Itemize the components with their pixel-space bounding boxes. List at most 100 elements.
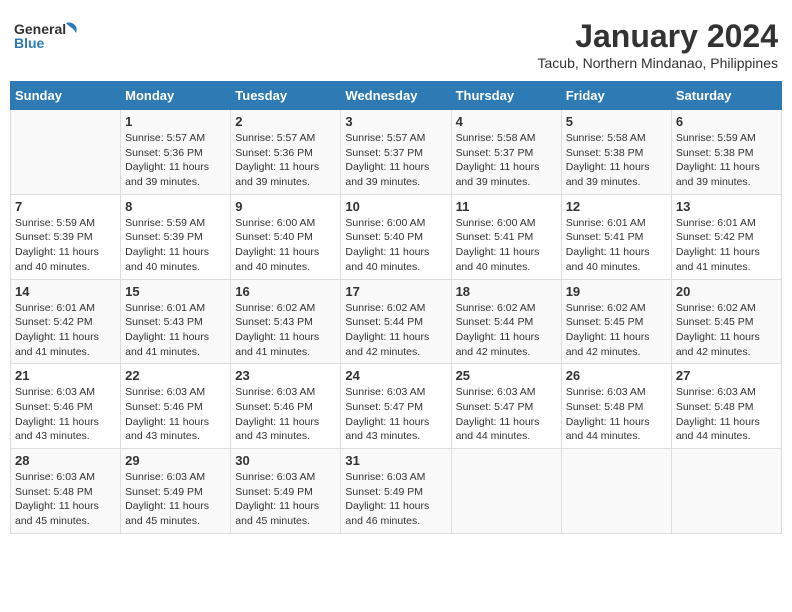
calendar-cell: 2 Sunrise: 5:57 AM Sunset: 5:36 PM Daylig…	[231, 110, 341, 195]
day-info: Sunrise: 6:01 AM Sunset: 5:42 PM Dayligh…	[676, 216, 777, 275]
calendar-cell: 12 Sunrise: 6:01 AM Sunset: 5:41 PM Dayli…	[561, 194, 671, 279]
day-info: Sunrise: 6:03 AM Sunset: 5:47 PM Dayligh…	[456, 385, 557, 444]
calendar-cell: 19 Sunrise: 6:02 AM Sunset: 5:45 PM Dayli…	[561, 279, 671, 364]
day-number: 21	[15, 368, 116, 383]
day-info: Sunrise: 5:57 AM Sunset: 5:36 PM Dayligh…	[235, 131, 336, 190]
day-info: Sunrise: 5:59 AM Sunset: 5:39 PM Dayligh…	[15, 216, 116, 275]
day-number: 23	[235, 368, 336, 383]
calendar-cell: 15 Sunrise: 6:01 AM Sunset: 5:43 PM Dayli…	[121, 279, 231, 364]
calendar-cell: 5Sunrise: 5:58 AM Sunset: 5:38 PM Daylig…	[561, 110, 671, 195]
day-number: 16	[235, 284, 336, 299]
day-info: Sunrise: 5:57 AM Sunset: 5:37 PM Dayligh…	[345, 131, 446, 190]
logo-svg: GeneralBlue	[14, 18, 84, 58]
day-number: 25	[456, 368, 557, 383]
day-info: Sunrise: 6:03 AM Sunset: 5:47 PM Dayligh…	[345, 385, 446, 444]
day-number: 18	[456, 284, 557, 299]
day-info: Sunrise: 6:02 AM Sunset: 5:44 PM Dayligh…	[345, 301, 446, 360]
col-monday: Monday	[121, 82, 231, 110]
svg-text:Blue: Blue	[14, 35, 45, 51]
day-number: 28	[15, 453, 116, 468]
day-info: Sunrise: 5:59 AM Sunset: 5:39 PM Dayligh…	[125, 216, 226, 275]
day-info: Sunrise: 5:57 AM Sunset: 5:36 PM Dayligh…	[125, 131, 226, 190]
col-sunday: Sunday	[11, 82, 121, 110]
calendar-cell: 21 Sunrise: 6:03 AM Sunset: 5:46 PM Dayli…	[11, 364, 121, 449]
calendar-cell: 11 Sunrise: 6:00 AM Sunset: 5:41 PM Dayli…	[451, 194, 561, 279]
day-number: 2	[235, 114, 336, 129]
day-number: 15	[125, 284, 226, 299]
calendar-cell: 4 Sunrise: 5:58 AM Sunset: 5:37 PM Daylig…	[451, 110, 561, 195]
day-info: Sunrise: 6:03 AM Sunset: 5:48 PM Dayligh…	[676, 385, 777, 444]
calendar-week-4: 21 Sunrise: 6:03 AM Sunset: 5:46 PM Dayli…	[11, 364, 782, 449]
calendar-week-2: 7 Sunrise: 5:59 AM Sunset: 5:39 PM Daylig…	[11, 194, 782, 279]
calendar-cell	[561, 449, 671, 534]
month-title: January 2024	[538, 18, 778, 55]
col-tuesday: Tuesday	[231, 82, 341, 110]
day-number: 17	[345, 284, 446, 299]
day-number: 14	[15, 284, 116, 299]
day-info: Sunrise: 6:03 AM Sunset: 5:46 PM Dayligh…	[15, 385, 116, 444]
calendar-cell: 9Sunrise: 6:00 AM Sunset: 5:40 PM Daylig…	[231, 194, 341, 279]
day-info: Sunrise: 6:02 AM Sunset: 5:44 PM Dayligh…	[456, 301, 557, 360]
logo: GeneralBlue	[14, 18, 84, 58]
calendar-week-5: 28 Sunrise: 6:03 AM Sunset: 5:48 PM Dayli…	[11, 449, 782, 534]
day-info: Sunrise: 6:02 AM Sunset: 5:45 PM Dayligh…	[566, 301, 667, 360]
day-number: 10	[345, 199, 446, 214]
day-number: 30	[235, 453, 336, 468]
calendar-cell	[451, 449, 561, 534]
day-number: 12	[566, 199, 667, 214]
calendar-cell	[671, 449, 781, 534]
calendar-cell: 31Sunrise: 6:03 AM Sunset: 5:49 PM Dayli…	[341, 449, 451, 534]
day-number: 19	[566, 284, 667, 299]
day-number: 13	[676, 199, 777, 214]
calendar-cell: 3 Sunrise: 5:57 AM Sunset: 5:37 PM Daylig…	[341, 110, 451, 195]
day-info: Sunrise: 6:00 AM Sunset: 5:41 PM Dayligh…	[456, 216, 557, 275]
day-info: Sunrise: 6:01 AM Sunset: 5:43 PM Dayligh…	[125, 301, 226, 360]
calendar-cell: 13 Sunrise: 6:01 AM Sunset: 5:42 PM Dayli…	[671, 194, 781, 279]
day-info: Sunrise: 5:58 AM Sunset: 5:38 PM Dayligh…	[566, 131, 667, 190]
calendar-cell: 16 Sunrise: 6:02 AM Sunset: 5:43 PM Dayli…	[231, 279, 341, 364]
calendar-cell: 29Sunrise: 6:03 AM Sunset: 5:49 PM Dayli…	[121, 449, 231, 534]
calendar-week-3: 14 Sunrise: 6:01 AM Sunset: 5:42 PM Dayli…	[11, 279, 782, 364]
calendar-week-1: 1 Sunrise: 5:57 AM Sunset: 5:36 PM Daylig…	[11, 110, 782, 195]
calendar-table: Sunday Monday Tuesday Wednesday Thursday…	[10, 81, 782, 534]
day-info: Sunrise: 6:03 AM Sunset: 5:46 PM Dayligh…	[235, 385, 336, 444]
day-info: Sunrise: 6:02 AM Sunset: 5:45 PM Dayligh…	[676, 301, 777, 360]
calendar-cell: 20 Sunrise: 6:02 AM Sunset: 5:45 PM Dayli…	[671, 279, 781, 364]
day-number: 1	[125, 114, 226, 129]
day-info: Sunrise: 6:01 AM Sunset: 5:42 PM Dayligh…	[15, 301, 116, 360]
calendar-cell	[11, 110, 121, 195]
calendar-cell: 30 Sunrise: 6:03 AM Sunset: 5:49 PM Dayli…	[231, 449, 341, 534]
day-number: 6	[676, 114, 777, 129]
col-friday: Friday	[561, 82, 671, 110]
day-info: Sunrise: 5:58 AM Sunset: 5:37 PM Dayligh…	[456, 131, 557, 190]
calendar-cell: 6Sunrise: 5:59 AM Sunset: 5:38 PM Daylig…	[671, 110, 781, 195]
day-number: 4	[456, 114, 557, 129]
day-number: 26	[566, 368, 667, 383]
day-number: 11	[456, 199, 557, 214]
calendar-cell: 27Sunrise: 6:03 AM Sunset: 5:48 PM Dayli…	[671, 364, 781, 449]
day-number: 24	[345, 368, 446, 383]
col-saturday: Saturday	[671, 82, 781, 110]
day-number: 9	[235, 199, 336, 214]
day-number: 8	[125, 199, 226, 214]
col-thursday: Thursday	[451, 82, 561, 110]
day-info: Sunrise: 6:03 AM Sunset: 5:48 PM Dayligh…	[15, 470, 116, 529]
day-info: Sunrise: 6:03 AM Sunset: 5:49 PM Dayligh…	[235, 470, 336, 529]
day-info: Sunrise: 6:03 AM Sunset: 5:49 PM Dayligh…	[125, 470, 226, 529]
day-info: Sunrise: 6:00 AM Sunset: 5:40 PM Dayligh…	[345, 216, 446, 275]
day-info: Sunrise: 6:02 AM Sunset: 5:43 PM Dayligh…	[235, 301, 336, 360]
day-number: 20	[676, 284, 777, 299]
calendar-cell: 24 Sunrise: 6:03 AM Sunset: 5:47 PM Dayli…	[341, 364, 451, 449]
day-number: 3	[345, 114, 446, 129]
day-info: Sunrise: 6:03 AM Sunset: 5:48 PM Dayligh…	[566, 385, 667, 444]
day-number: 31	[345, 453, 446, 468]
calendar-cell: 1 Sunrise: 5:57 AM Sunset: 5:36 PM Daylig…	[121, 110, 231, 195]
title-block: January 2024 Tacub, Northern Mindanao, P…	[538, 18, 778, 71]
day-number: 7	[15, 199, 116, 214]
day-info: Sunrise: 6:01 AM Sunset: 5:41 PM Dayligh…	[566, 216, 667, 275]
day-number: 22	[125, 368, 226, 383]
calendar-cell: 23 Sunrise: 6:03 AM Sunset: 5:46 PM Dayli…	[231, 364, 341, 449]
day-info: Sunrise: 6:03 AM Sunset: 5:46 PM Dayligh…	[125, 385, 226, 444]
calendar-cell: 26 Sunrise: 6:03 AM Sunset: 5:48 PM Dayli…	[561, 364, 671, 449]
col-wednesday: Wednesday	[341, 82, 451, 110]
